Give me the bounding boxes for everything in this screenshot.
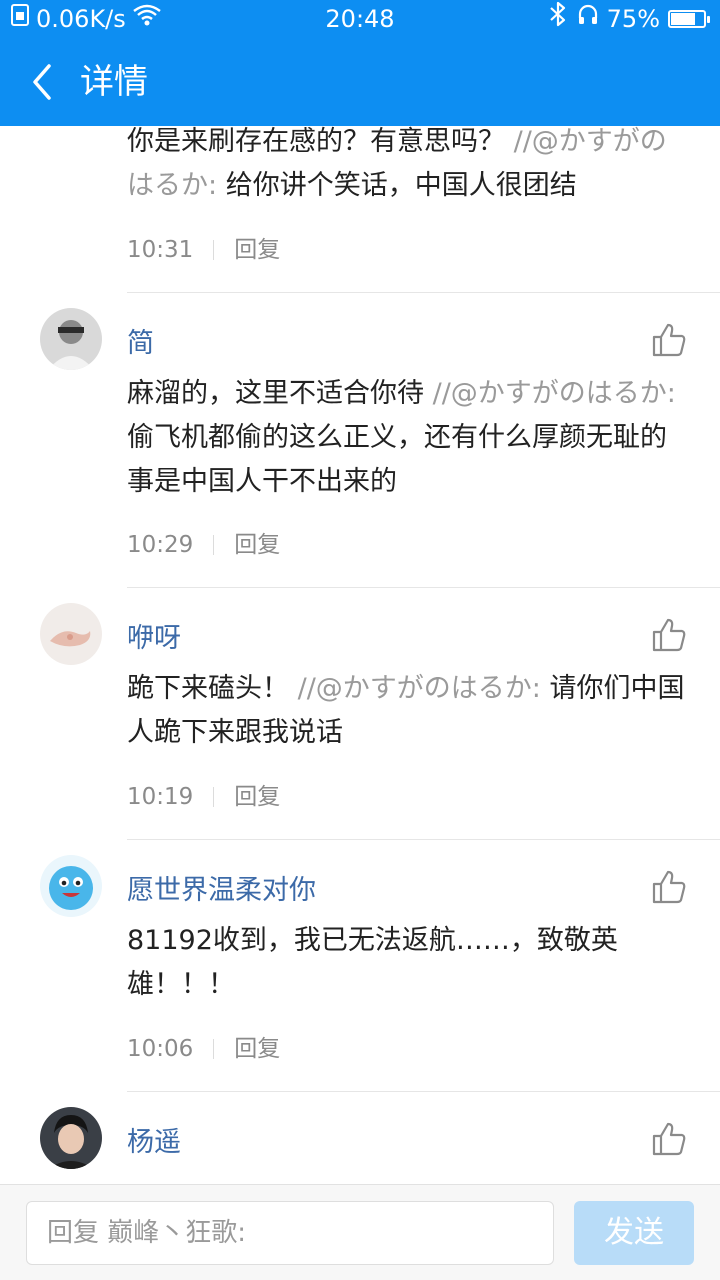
comment-item: 咿呀 跪下来磕头！ //@かすがのはるか: 请你们中国人跪下来跟我说话 10:1… [0, 588, 720, 840]
bluetooth-icon [547, 0, 569, 38]
comment-meta: 10:31 回复 [127, 235, 280, 265]
comment-text: 81192收到，我已无法返航……，致敬英雄！！！ [127, 919, 627, 1007]
reply-input[interactable] [26, 1201, 554, 1265]
app: 0.06K/s 20:48 75% 详情 你是来刷存在感的？有意思吗？ //@か… [0, 0, 720, 1280]
user-avatar[interactable] [40, 308, 102, 370]
title-bar: 详情 [0, 38, 720, 126]
comment-time: 10:19 [127, 784, 194, 810]
username[interactable]: 杨遥 [127, 1120, 181, 1159]
quote-mention[interactable]: //@かすがのはるか: [298, 673, 541, 704]
comment-item: 简 麻溜的，这里不适合你待 //@かすがのはるか: 偷飞机都偷的这么正义，还有什… [0, 293, 720, 588]
send-button[interactable]: 发送 [574, 1201, 694, 1265]
thumbs-up-icon[interactable] [650, 868, 688, 906]
user-avatar[interactable] [40, 603, 102, 665]
reply-bar: 发送 [0, 1184, 720, 1280]
comment-text: 你是来刷存在感的？有意思吗？ //@かすがのはるか: 给你讲个笑话，中国人很团结 [127, 126, 687, 208]
comment-body: 81192收到，我已无法返航……，致敬英雄！！！ [127, 925, 618, 1000]
comment-item: 你是来刷存在感的？有意思吗？ //@かすがのはるか: 给你讲个笑话，中国人很团结… [0, 126, 720, 293]
comment-text: 麻溜的，这里不适合你待 //@かすがのはるか: 偷飞机都偷的这么正义，还有什么厚… [127, 372, 687, 504]
comment-meta: 10:06 回复 [127, 1034, 280, 1064]
quote-body: 偷飞机都偷的这么正义，还有什么厚颜无耻的事是中国人干不出来的 [127, 422, 667, 497]
comment-meta: 10:29 回复 [127, 530, 280, 560]
username[interactable]: 简 [127, 321, 154, 360]
comment-time: 10:06 [127, 1036, 194, 1062]
meta-divider [213, 535, 215, 555]
comment-time: 10:31 [127, 237, 194, 263]
meta-divider [213, 1039, 215, 1059]
battery-percent: 75% [606, 5, 660, 33]
reply-link[interactable]: 回复 [234, 530, 280, 560]
comment-list[interactable]: 你是来刷存在感的？有意思吗？ //@かすがのはるか: 给你讲个笑话，中国人很团结… [0, 126, 720, 1184]
username[interactable]: 咿呀 [127, 616, 181, 655]
comment-text: 跪下来磕头！ //@かすがのはるか: 请你们中国人跪下来跟我说话 [127, 667, 687, 755]
meta-divider [213, 787, 215, 807]
meta-divider [213, 240, 215, 260]
status-right: 75% [547, 0, 710, 38]
comment-item: 杨遥 [0, 1092, 720, 1184]
page-title: 详情 [80, 62, 148, 102]
comment-time: 10:29 [127, 532, 194, 558]
user-avatar[interactable] [40, 1107, 102, 1169]
username[interactable]: 愿世界温柔对你 [127, 868, 316, 907]
status-bar: 0.06K/s 20:48 75% [0, 0, 720, 38]
comment-body: 你是来刷存在感的？有意思吗？ [127, 126, 505, 157]
comment-body: 麻溜的，这里不适合你待 [127, 378, 424, 409]
quote-mention[interactable]: //@かすがのはるか: [433, 378, 676, 409]
thumbs-up-icon[interactable] [650, 321, 688, 359]
quote-body: 给你讲个笑话，中国人很团结 [225, 170, 577, 201]
back-arrow-icon[interactable] [22, 60, 66, 104]
user-avatar[interactable] [40, 855, 102, 917]
reply-link[interactable]: 回复 [234, 235, 280, 265]
thumbs-up-icon[interactable] [650, 1120, 688, 1158]
comment-body: 跪下来磕头！ [127, 673, 289, 704]
reply-link[interactable]: 回复 [234, 1034, 280, 1064]
reply-link[interactable]: 回复 [234, 782, 280, 812]
comment-meta: 10:19 回复 [127, 782, 280, 812]
comment-item: 愿世界温柔对你 81192收到，我已无法返航……，致敬英雄！！！ 10:06 回… [0, 840, 720, 1092]
header: 0.06K/s 20:48 75% 详情 [0, 0, 720, 126]
battery-icon [668, 10, 710, 28]
thumbs-up-icon[interactable] [650, 616, 688, 654]
battery-fill [671, 13, 695, 25]
headphone-icon [577, 0, 599, 38]
